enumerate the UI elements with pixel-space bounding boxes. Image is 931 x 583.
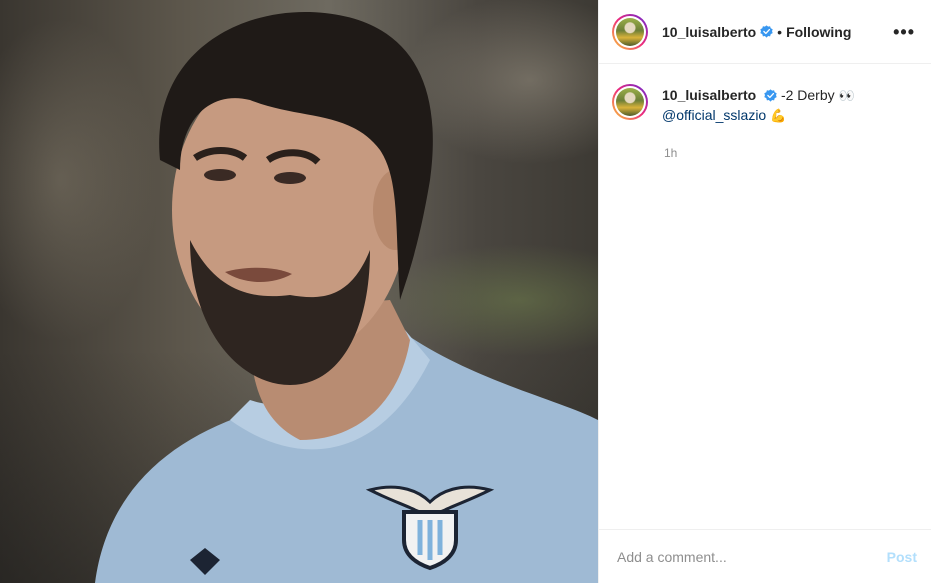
post-side-panel: 10_luisalberto • Following ••• 10_luisal…: [598, 0, 931, 583]
caption-body: 10_luisalberto -2 Derby 👀 @official_ssla…: [662, 84, 855, 126]
caption: 10_luisalberto -2 Derby 👀 @official_ssla…: [612, 84, 915, 126]
comments-section: 10_luisalberto -2 Derby 👀 @official_ssla…: [599, 64, 931, 529]
caption-mention[interactable]: @official_sslazio: [662, 107, 766, 123]
avatar-ring: [614, 15, 646, 48]
caption-text: -2 Derby: [780, 87, 835, 103]
verified-icon: [760, 25, 773, 38]
header-separator: •: [777, 23, 783, 40]
caption-avatar-ring: [614, 86, 646, 118]
post-photo[interactable]: [0, 0, 598, 583]
comment-input[interactable]: [615, 547, 887, 566]
verified-icon: [764, 89, 777, 102]
avatar-image: [616, 17, 644, 46]
eyes-emoji: 👀: [838, 89, 855, 104]
post-comment-button[interactable]: Post: [887, 549, 917, 565]
flexed-biceps-emoji: 💪: [770, 109, 787, 124]
add-comment-bar: Post: [599, 529, 931, 583]
caption-avatar-image: [616, 88, 644, 116]
following-button[interactable]: Following: [786, 24, 851, 40]
instagram-post: 10_luisalberto • Following ••• 10_luisal…: [0, 0, 931, 583]
caption-username[interactable]: 10_luisalberto: [662, 87, 756, 103]
header-username[interactable]: 10_luisalberto: [662, 24, 756, 40]
player-illustration: [95, 11, 598, 583]
post-header: 10_luisalberto • Following •••: [599, 0, 931, 64]
avatar[interactable]: [612, 13, 648, 50]
post-timestamp[interactable]: 1h: [664, 146, 915, 160]
caption-avatar[interactable]: [612, 84, 648, 120]
more-options-icon[interactable]: •••: [893, 23, 915, 41]
